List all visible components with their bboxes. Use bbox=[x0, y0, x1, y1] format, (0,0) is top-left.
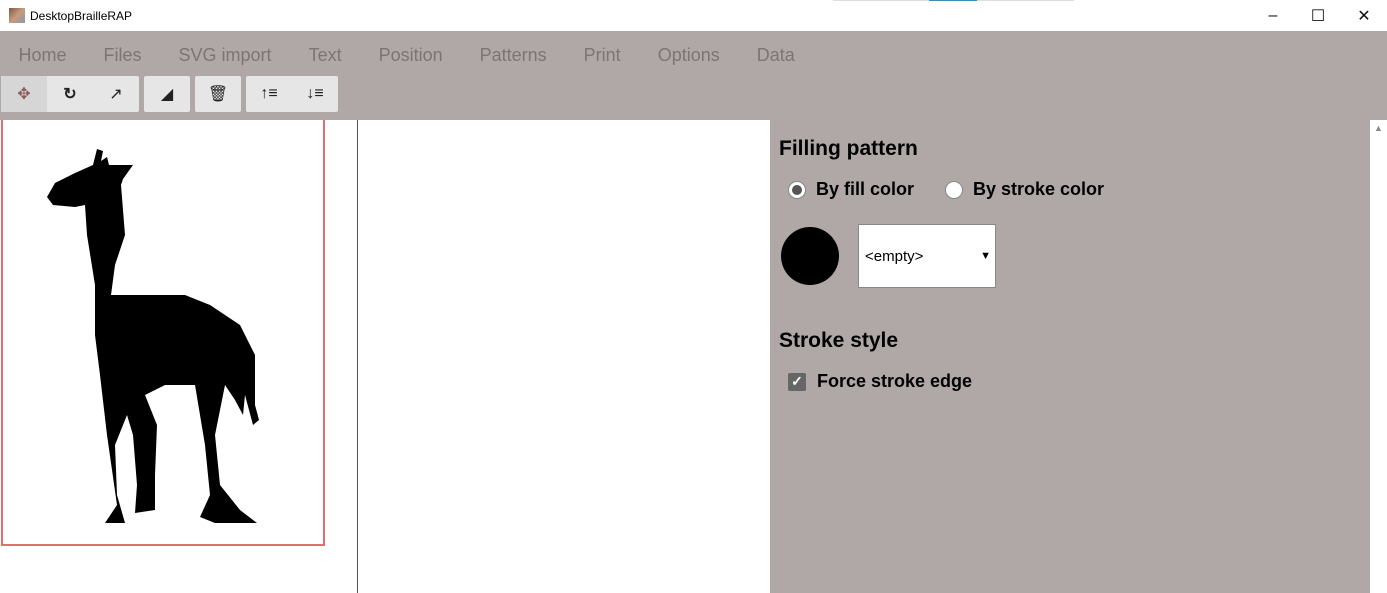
chevron-down-icon: ▼ bbox=[980, 250, 991, 262]
eraser-icon: ◢ bbox=[160, 86, 174, 103]
menu-text[interactable]: Text bbox=[309, 45, 342, 66]
menu-position[interactable]: Position bbox=[379, 45, 443, 66]
menu-files[interactable]: Files bbox=[104, 45, 142, 66]
sort-down-button[interactable]: ↓≡ bbox=[292, 76, 338, 112]
maximize-button[interactable]: ☐ bbox=[1295, 0, 1341, 31]
scrollbar[interactable]: ▲ bbox=[1370, 120, 1387, 593]
move-button[interactable]: ✥ bbox=[1, 76, 47, 112]
sort-up-button[interactable]: ↑≡ bbox=[246, 76, 292, 112]
open-external-button[interactable]: ↗ bbox=[93, 76, 139, 112]
scroll-up-icon[interactable]: ▲ bbox=[1370, 123, 1387, 133]
select-value: <empty> bbox=[865, 247, 924, 265]
sort-down-icon: ↓≡ bbox=[306, 85, 324, 102]
menu-home[interactable]: Home bbox=[19, 45, 67, 66]
rotate-button[interactable]: ↻ bbox=[47, 76, 93, 112]
sort-up-icon: ↑≡ bbox=[260, 85, 278, 102]
window-title: DesktopBrailleRAP bbox=[30, 9, 133, 23]
menu-print[interactable]: Print bbox=[584, 45, 621, 66]
menu-patterns[interactable]: Patterns bbox=[480, 45, 547, 66]
move-icon: ✥ bbox=[17, 86, 31, 103]
title-bar: DesktopBrailleRAP – ☐ ✕ bbox=[0, 0, 1387, 31]
menu-data[interactable]: Data bbox=[757, 45, 795, 66]
force-stroke-checkbox[interactable]: ✓ Force stroke edge bbox=[788, 371, 972, 392]
external-link-icon: ↗ bbox=[109, 86, 123, 103]
by-stroke-color-radio[interactable]: By stroke color bbox=[945, 179, 1104, 200]
minimize-button[interactable]: – bbox=[1250, 0, 1296, 31]
radio-indicator bbox=[945, 180, 963, 199]
filling-pattern-heading: Filling pattern bbox=[779, 137, 918, 160]
app-icon bbox=[9, 8, 25, 23]
stroke-style-heading: Stroke style bbox=[779, 329, 899, 352]
giraffe-shape[interactable] bbox=[45, 145, 265, 530]
delete-button[interactable]: 🗑 bbox=[195, 76, 241, 112]
trash-icon: 🗑 bbox=[207, 86, 229, 103]
menu-options[interactable]: Options bbox=[658, 45, 720, 66]
divider bbox=[929, 0, 977, 1]
color-swatch[interactable] bbox=[781, 227, 839, 285]
checkmark-icon: ✓ bbox=[788, 372, 806, 391]
menu-svg-import[interactable]: SVG import bbox=[179, 45, 272, 66]
radio-indicator bbox=[788, 180, 806, 199]
checkbox-label: Force stroke edge bbox=[817, 371, 973, 391]
by-fill-color-radio[interactable]: By fill color bbox=[788, 179, 914, 200]
menu-bar: Home Files SVG import Text Position Patt… bbox=[0, 31, 1387, 120]
erase-button[interactable]: ◢ bbox=[144, 76, 190, 112]
radio-label: By fill color bbox=[816, 179, 915, 199]
radio-label: By stroke color bbox=[973, 179, 1105, 199]
close-button[interactable]: ✕ bbox=[1341, 0, 1387, 31]
pattern-select[interactable]: <empty> ▼ bbox=[858, 224, 996, 288]
rotate-icon: ↻ bbox=[63, 86, 77, 103]
